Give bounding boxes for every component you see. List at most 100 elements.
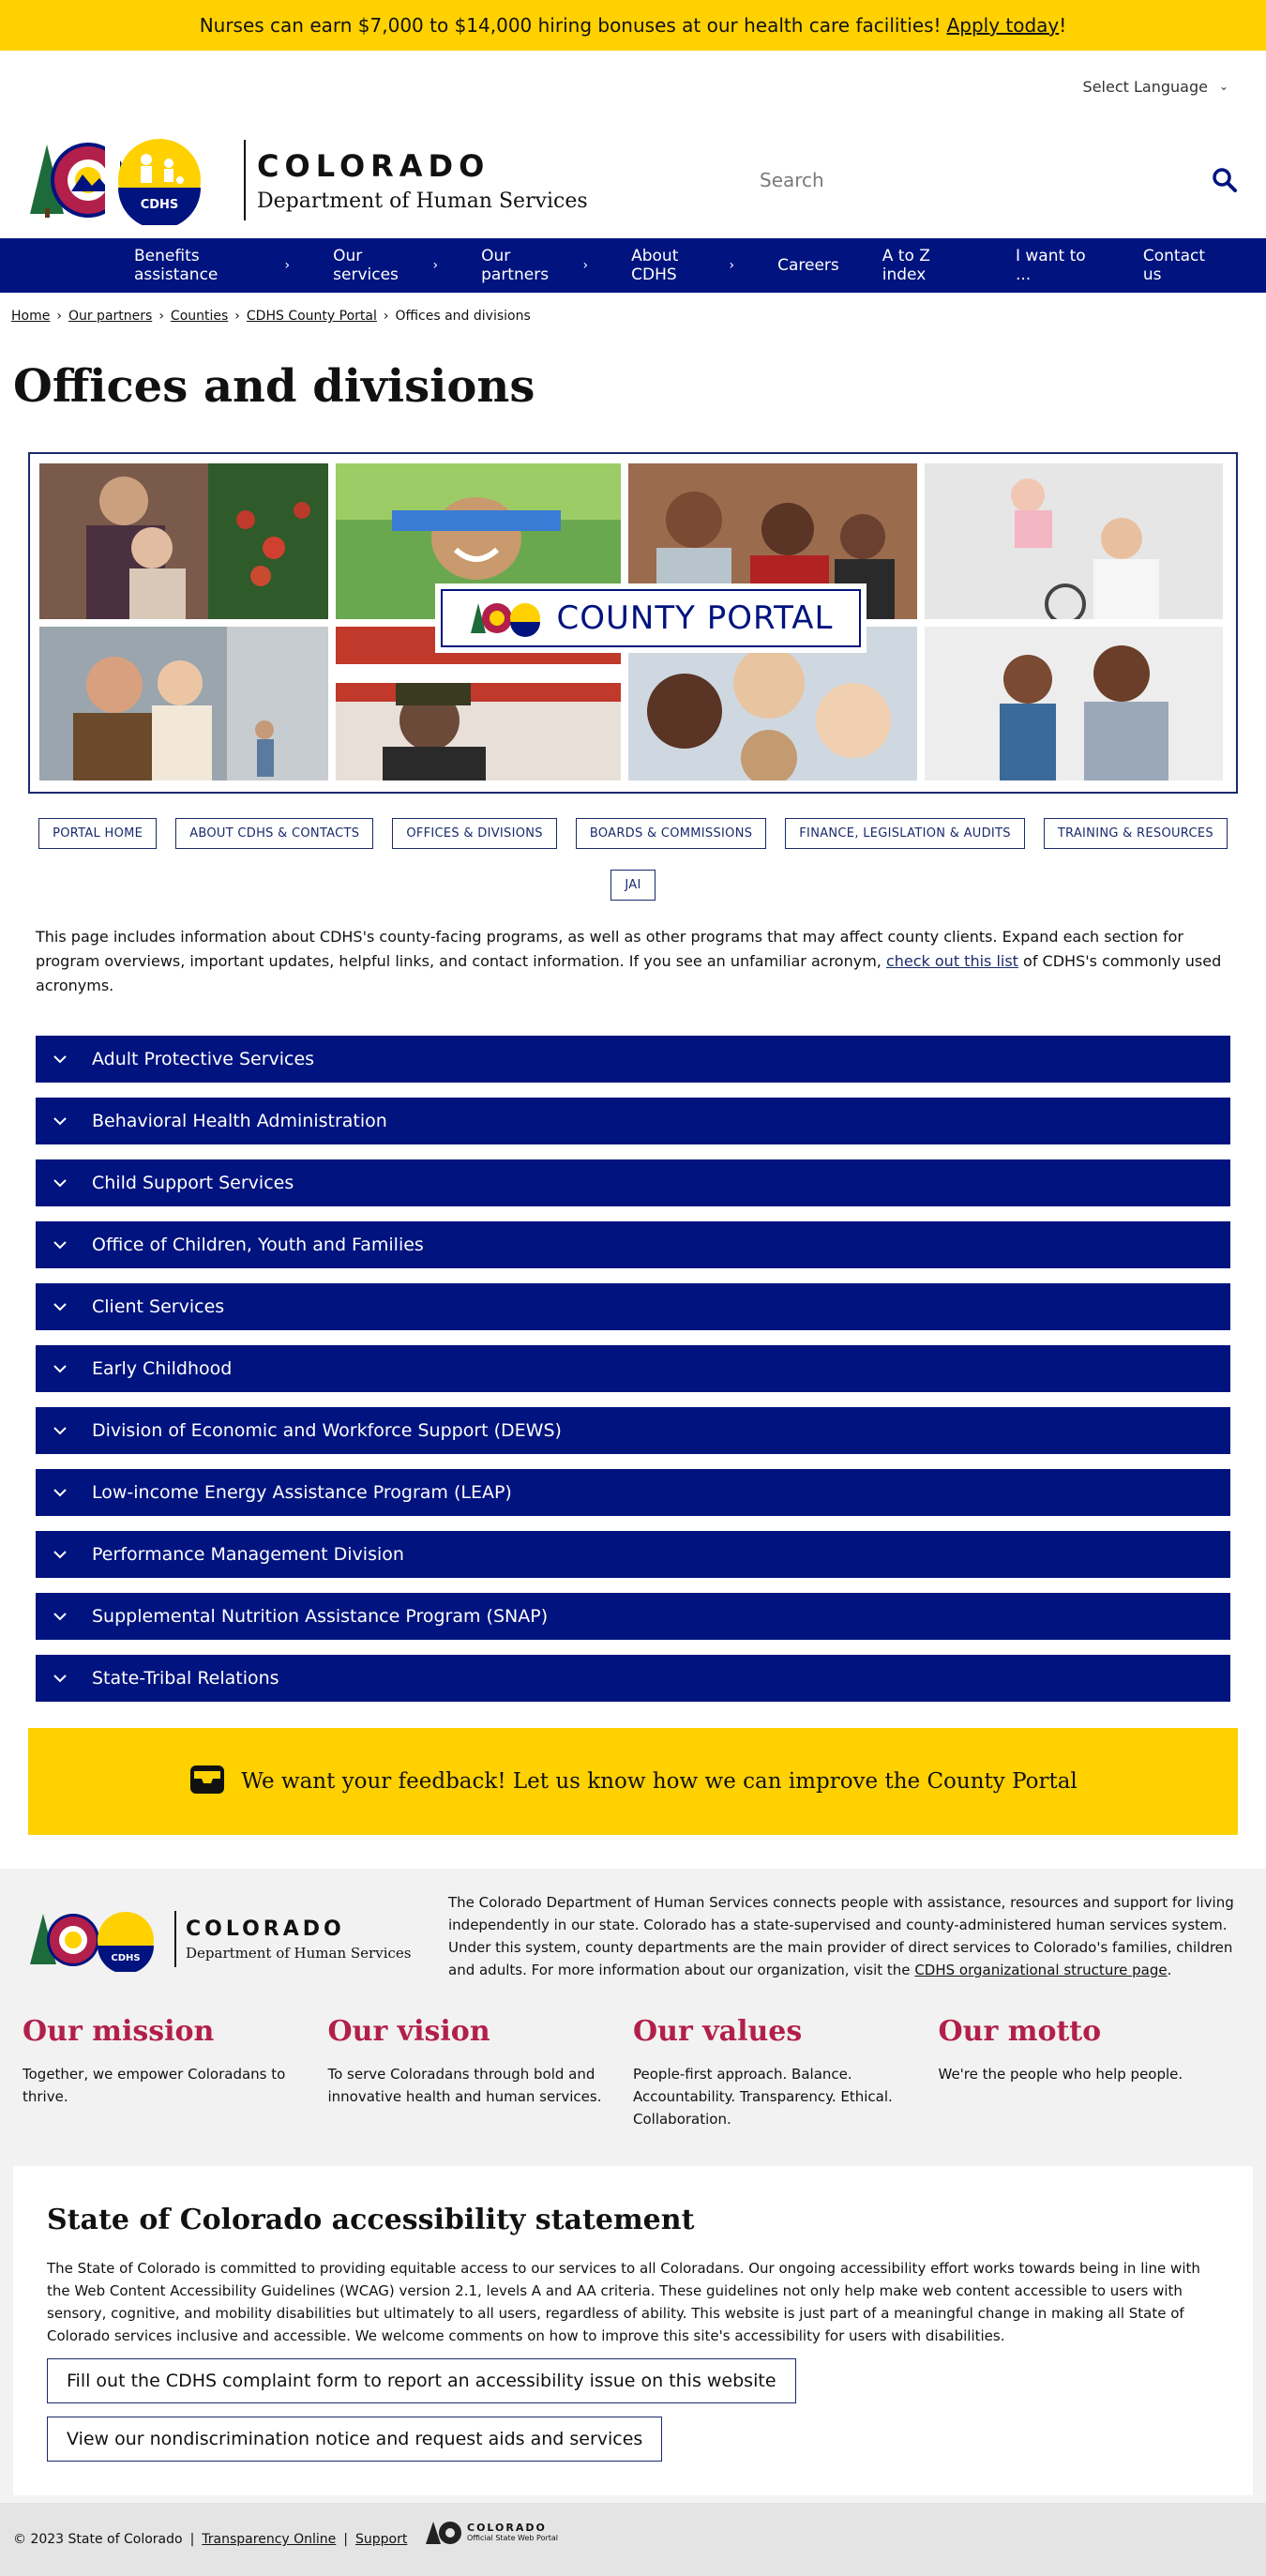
cdhs-logo[interactable]: CDHS COLORADO Department of Human Servic… xyxy=(26,135,588,225)
accordion-behavioral-health[interactable]: Behavioral Health Administration xyxy=(36,1098,1230,1144)
nondiscrimination-notice-button[interactable]: View our nondiscrimination notice and re… xyxy=(47,2417,663,2462)
accordion-label: Division of Economic and Workforce Suppo… xyxy=(92,1420,562,1441)
seal-text: CDHS xyxy=(141,198,179,212)
wordmark: COLORADO Department of Human Services xyxy=(257,148,588,213)
nav-about-cdhs[interactable]: About CDHS › xyxy=(631,247,734,284)
promo-banner: Nurses can earn $7,000 to $14,000 hiring… xyxy=(0,0,1266,51)
state-name: COLORADO xyxy=(257,147,490,184)
chevron-down-icon xyxy=(53,1612,73,1621)
search-input[interactable]: Search xyxy=(746,169,1206,191)
colorado-cdhs-logo-icon xyxy=(470,603,540,637)
subnav-about-cdhs-contacts[interactable]: ABOUT CDHS & CONTACTS xyxy=(175,818,374,849)
footer-description-end: . xyxy=(1167,1962,1172,1978)
nav-a-to-z-index[interactable]: A to Z index xyxy=(882,247,972,284)
breadcrumb-county-portal[interactable]: CDHS County Portal xyxy=(247,309,377,324)
accordion-label: Office of Children, Youth and Families xyxy=(92,1235,424,1255)
language-selector-row: Select Language ⌄ xyxy=(0,51,1266,122)
state-mark-subtitle: Official State Web Portal xyxy=(467,2534,559,2542)
accordion-adult-protective-services[interactable]: Adult Protective Services xyxy=(36,1036,1230,1083)
complaint-form-button[interactable]: Fill out the CDHS complaint form to repo… xyxy=(47,2358,796,2403)
chevron-down-icon xyxy=(53,1550,73,1559)
breadcrumb-separator: › xyxy=(234,309,240,324)
nav-contact-us[interactable]: Contact us xyxy=(1143,247,1223,284)
breadcrumb: Home › Our partners › Counties › CDHS Co… xyxy=(0,293,1266,340)
footer-separator: | xyxy=(343,2532,349,2547)
nav-our-services[interactable]: Our services › xyxy=(333,247,438,284)
photo-woman-baby xyxy=(925,463,1223,619)
chevron-down-icon xyxy=(53,1426,73,1435)
support-link[interactable]: Support xyxy=(355,2532,407,2547)
department-name: Department of Human Services xyxy=(257,189,588,213)
breadcrumb-our-partners[interactable]: Our partners xyxy=(68,309,152,324)
logo-divider xyxy=(244,140,246,220)
org-structure-link[interactable]: CDHS organizational structure page xyxy=(914,1962,1167,1978)
transparency-online-link[interactable]: Transparency Online xyxy=(202,2532,336,2547)
subnav-jai[interactable]: JAI xyxy=(610,870,656,901)
footer-department-name: Department of Human Services xyxy=(186,1944,412,1962)
state-mark-text: COLORADO Official State Web Portal xyxy=(467,2522,558,2542)
accessibility-statement: State of Colorado accessibility statemen… xyxy=(13,2166,1253,2495)
footer-wordmark: COLORADO Department of Human Services xyxy=(186,1917,411,1962)
value-mission: Our mission Together, we empower Colorad… xyxy=(23,2015,328,2130)
footer-seal-text: CDHS xyxy=(111,1953,140,1963)
chevron-down-icon xyxy=(53,1674,73,1683)
search-box[interactable]: Search xyxy=(746,154,1243,206)
accordion-state-tribal-relations[interactable]: State-Tribal Relations xyxy=(36,1655,1230,1702)
accordion-client-services[interactable]: Client Services xyxy=(36,1283,1230,1330)
chevron-down-icon[interactable]: ⌄ xyxy=(1219,80,1228,93)
banner-text: Nurses can earn $7,000 to $14,000 hiring… xyxy=(199,14,942,37)
language-select[interactable]: Select Language xyxy=(1083,78,1208,96)
accordion-leap[interactable]: Low-income Energy Assistance Program (LE… xyxy=(36,1469,1230,1516)
chevron-down-icon xyxy=(53,1488,73,1497)
breadcrumb-home[interactable]: Home xyxy=(11,309,50,324)
accordion-label: State-Tribal Relations xyxy=(92,1668,279,1689)
footer-logo[interactable]: CDHS COLORADO Department of Human Servic… xyxy=(28,1891,448,1981)
nav-label: A to Z index xyxy=(882,247,930,284)
subnav-portal-home[interactable]: PORTAL HOME xyxy=(38,818,158,849)
breadcrumb-current: Offices and divisions xyxy=(395,309,531,324)
nav-label: Benefits assistance xyxy=(134,247,219,284)
nav-label: About CDHS xyxy=(631,247,679,284)
apply-today-link[interactable]: Apply today xyxy=(947,14,1060,37)
nav-careers[interactable]: Careers xyxy=(777,256,839,275)
intro-paragraph: This page includes information about CDH… xyxy=(0,901,1266,998)
chevron-right-icon: › xyxy=(432,258,439,273)
subnav-finance-legislation-audits[interactable]: FINANCE, LEGISLATION & AUDITS xyxy=(785,818,1025,849)
nav-our-partners[interactable]: Our partners › xyxy=(481,247,588,284)
accordion-early-childhood[interactable]: Early Childhood xyxy=(36,1345,1230,1392)
accordion-children-youth-families[interactable]: Office of Children, Youth and Families xyxy=(36,1221,1230,1268)
nav-label: Careers xyxy=(777,256,839,275)
feedback-callout[interactable]: We want your feedback! Let us know how w… xyxy=(28,1728,1238,1835)
nav-benefits-assistance[interactable]: Benefits assistance › xyxy=(134,247,290,284)
photo-father-daughter xyxy=(39,627,328,780)
value-values: Our values People-first approach. Balanc… xyxy=(633,2015,939,2130)
portal-subnav: PORTAL HOME ABOUT CDHS & CONTACTS OFFICE… xyxy=(0,794,1266,901)
accordion-label: Supplemental Nutrition Assistance Progra… xyxy=(92,1606,549,1627)
colorado-official-portal-logo[interactable]: COLORADO Official State Web Portal xyxy=(426,2518,558,2546)
nav-i-want-to[interactable]: I want to ... xyxy=(1016,247,1100,284)
values-row: Our mission Together, we empower Colorad… xyxy=(0,1981,1266,2130)
subnav-boards-commissions[interactable]: BOARDS & COMMISSIONS xyxy=(575,818,767,849)
value-title: Our values xyxy=(633,2015,803,2048)
accordion-list: Adult Protective Services Behavioral Hea… xyxy=(0,998,1266,1702)
breadcrumb-counties[interactable]: Counties xyxy=(171,309,228,324)
accordion-child-support[interactable]: Child Support Services xyxy=(36,1159,1230,1206)
county-portal-hero: COUNTY PORTAL xyxy=(28,452,1238,794)
accordion-label: Early Childhood xyxy=(92,1358,233,1379)
value-text: To serve Coloradans through bold and inn… xyxy=(327,2066,602,2105)
accordion-label: Performance Management Division xyxy=(92,1544,404,1565)
nav-label: Contact us xyxy=(1142,247,1205,284)
accordion-dews[interactable]: Division of Economic and Workforce Suppo… xyxy=(36,1407,1230,1454)
subnav-training-resources[interactable]: TRAINING & RESOURCES xyxy=(1043,818,1228,849)
copyright: © 2023 State of Colorado xyxy=(13,2532,183,2547)
accordion-performance-management[interactable]: Performance Management Division xyxy=(36,1531,1230,1578)
search-icon[interactable] xyxy=(1206,161,1243,199)
chevron-down-icon xyxy=(53,1116,73,1126)
subnav-offices-divisions[interactable]: OFFICES & DIVISIONS xyxy=(392,818,557,849)
acronym-list-link[interactable]: check out this list xyxy=(886,952,1018,970)
footer-bottom-bar: © 2023 State of Colorado | Transparency … xyxy=(0,2503,1266,2576)
value-motto: Our motto We're the people who help peop… xyxy=(939,2015,1244,2130)
accordion-snap[interactable]: Supplemental Nutrition Assistance Progra… xyxy=(36,1593,1230,1640)
photo-father-son xyxy=(925,627,1223,780)
photo-family-grocery xyxy=(39,463,328,619)
